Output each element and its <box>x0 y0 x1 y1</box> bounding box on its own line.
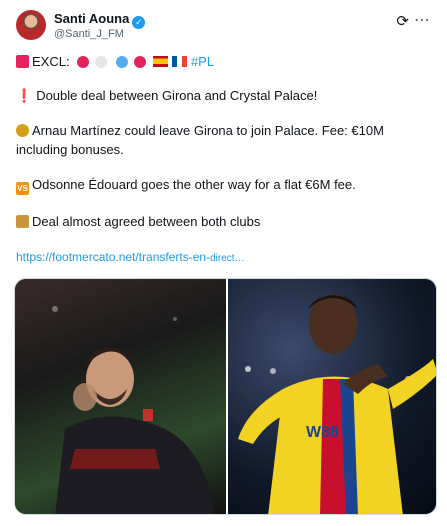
photo-odsonne-edouard[interactable]: W88 <box>228 279 436 514</box>
photo-arnau-martinez[interactable] <box>15 279 226 514</box>
money-bag-icon <box>16 124 29 137</box>
white-circle-icon <box>94 56 107 68</box>
tweet-header: Santi Aouna ✓ @Santi_J_FM ⟳ ⋯ <box>16 10 431 42</box>
svg-text:W88: W88 <box>306 424 339 441</box>
red-circle-icon <box>77 56 90 68</box>
player-left-illustration <box>52 306 215 514</box>
red-circle-icon <box>134 56 147 68</box>
tweet-line-odsonne: VS Odsonne Édouard goes the other way for… <box>16 177 356 195</box>
france-flag-icon <box>172 56 188 67</box>
tweet-line-double-deal: ❗ Double deal between Girona and Crystal … <box>16 88 318 103</box>
avatar[interactable] <box>16 10 46 40</box>
more-icon[interactable]: ⋯ <box>414 10 431 30</box>
grok-icon[interactable]: ⟳ <box>396 12 409 30</box>
tweet-line-arnau: Arnau Martínez could leave Girona to joi… <box>16 121 384 140</box>
tweet-line-arnau-cont: including bonuses. <box>16 142 124 157</box>
tweet-media[interactable]: W88 <box>14 278 437 515</box>
author-handle[interactable]: @Santi_J_FM <box>54 28 124 40</box>
spain-flag-icon <box>152 56 168 67</box>
article-link[interactable]: https://footmercato.net/transferts-en-di… <box>16 250 245 264</box>
verified-badge-icon: ✓ <box>132 16 146 29</box>
vs-icon: VS <box>16 182 29 195</box>
exclamation-icon: ❗ <box>16 88 33 103</box>
author-name[interactable]: Santi Aouna ✓ <box>54 11 146 29</box>
player-right-illustration: W88 <box>238 294 436 514</box>
lock-icon <box>16 215 29 228</box>
siren-icon <box>16 55 29 68</box>
tweet-line-deal: Deal almost agreed between both clubs <box>16 212 260 231</box>
hashtag-pl[interactable]: #PL <box>191 54 214 69</box>
blue-circle-icon <box>116 56 129 68</box>
tweet-line-excl: EXCL: #PL <box>16 52 214 71</box>
